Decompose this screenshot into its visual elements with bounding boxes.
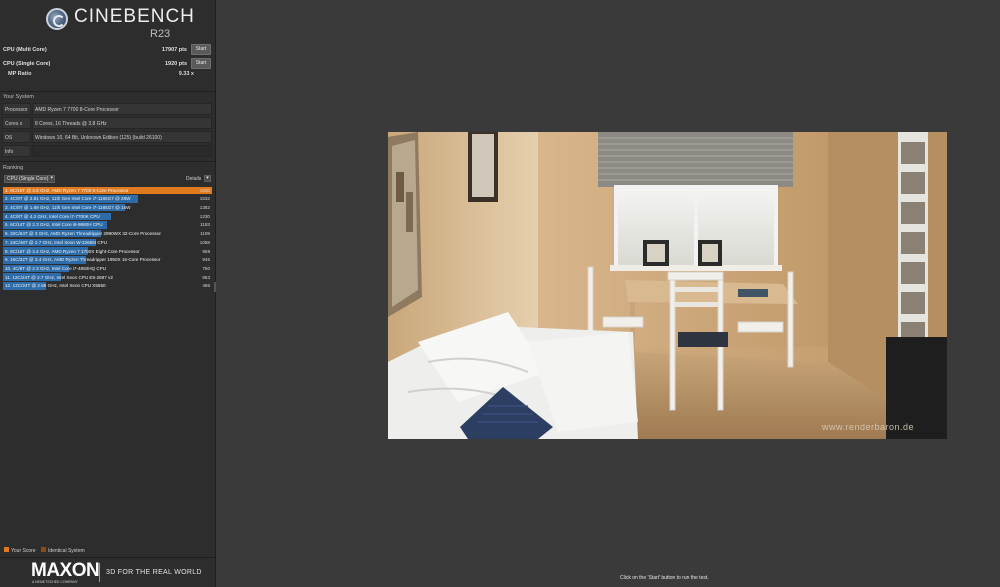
ranking-row[interactable]: 11. 12C/24T @ 2.7 GHz, Intel Xeon CPU E5… [3,273,212,282]
ranking-score: 653 [202,274,210,280]
details-chevron-down-icon[interactable]: ▾ [204,175,211,182]
mp-ratio-row: MP Ratio 9.33 x [8,71,194,77]
ranking-row-own[interactable]: 1. 8C/16T @ 3.8 GHz, AMD Ryzen 7 7700 8-… [3,186,212,195]
system-value: Windows 10, 64 Bit, Unknown Edition (125… [32,131,212,143]
ranking-score: 959 [202,248,210,254]
tagline: 3D FOR THE REAL WORLD [106,569,202,576]
score-value: 17907 pts [161,47,187,53]
tagline-separator [99,563,100,582]
info-field[interactable] [32,145,212,157]
system-row-cores: Cores x GHz 8 Cores, 16 Threads @ 3.8 GH… [2,117,212,139]
divider [0,91,216,92]
maxon-logo: MAXON A NEMETSCHEK COMPANY [31,560,100,584]
score-row-multi-core: CPU (Multi Core) 17907 pts Start [3,44,211,56]
rendered-room-scene [388,132,947,439]
your-system-title: Your System [3,94,34,100]
ranking-score: 486 [202,283,210,289]
score-label: CPU (Single Core) [3,61,51,67]
footer-divider [0,557,216,558]
ranking-list: 1. 8C/16T @ 3.8 GHz, AMD Ryzen 7 7700 8-… [3,186,212,290]
score-label: CPU (Multi Core) [3,47,47,53]
score-row-single-core: CPU (Single Core) 1920 pts Start [3,58,211,70]
cinema4d-logo-icon [46,8,68,30]
ranking-label: 6. 32C/64T @ 3 GHz, AMD Ryzen Threadripp… [5,231,161,237]
app-title: CINEBENCH [74,6,195,27]
ranking-label: 12. 12C/24T @ 2.66 GHz, Intel Xeon CPU X… [5,283,106,289]
ranking-row[interactable]: 3. 4C/8T @ 1.69 GHz, 11th Gen Intel Core… [3,203,212,212]
render-viewport: www.renderbaron.de Click on the 'Start' … [216,0,1000,587]
divider [0,161,216,162]
app-version: R23 [150,28,171,40]
details-label[interactable]: Details [186,176,201,182]
maxon-brand-sub: A NEMETSCHEK COMPANY [32,580,78,584]
maxon-brand: MAXON [31,560,100,581]
ranking-score: 750 [202,265,210,271]
system-row-info: Info [2,145,212,157]
identical-system-swatch [40,547,46,552]
render-image: www.renderbaron.de [388,132,947,439]
ranking-score: 1183 [200,222,210,228]
ranking-label: 10. 4C/8T @ 2.3 GHz, Intel Core i7-4850H… [5,265,107,271]
cinebench-window: CINEBENCH R23 CPU (Multi Core) 17907 pts… [0,0,1000,587]
ranking-score: 1230 [199,213,210,219]
ranking-row[interactable]: 8. 8C/16T @ 3.4 GHz, AMD Ryzen 7 1700X E… [3,247,212,256]
ranking-row[interactable]: 5. 6C/14T @ 2.3 GHz, Intel Core i9-9880H… [3,221,212,230]
system-key: Cores x GHz [2,117,31,139]
ranking-label: 4. 4C/8T @ 4.2 GHz, Intel Core i7-7700K … [5,213,100,219]
ranking-label: 8. 8C/16T @ 3.4 GHz, AMD Ryzen 7 1700X E… [5,248,140,254]
ranking-score: 945 [202,257,210,263]
ranking-row[interactable]: 2. 4C/8T @ 2.81 GHz, 11th Gen Intel Core… [3,195,212,204]
mp-ratio-value: 9.33 x [178,71,194,77]
ranking-score: 1920 [199,187,210,193]
render-watermark: www.renderbaron.de [822,422,915,432]
ranking-label: 2. 4C/8T @ 2.81 GHz, 11th Gen Intel Core… [5,196,131,202]
start-multi-core-button[interactable]: Start [191,44,211,55]
score-value: 1920 pts [164,61,187,67]
legend-your-score: Your Score [11,547,36,554]
ranking-row[interactable]: 4. 4C/8T @ 4.2 GHz, Intel Core i7-7700K … [3,212,212,221]
chevron-down-icon: ▾ [50,175,53,181]
system-row-processor: Processor AMD Ryzen 7 7700 8-Core Proces… [2,103,212,115]
ranking-score: 1532 [199,196,210,202]
ranking-row[interactable]: 6. 32C/64T @ 3 GHz, AMD Ryzen Threadripp… [3,229,212,238]
ranking-score: 1058 [199,239,210,245]
ranking-score: 1109 [200,231,210,237]
ranking-label: 3. 4C/8T @ 1.69 GHz, 11th Gen Intel Core… [5,205,131,211]
system-value: 8 Cores, 16 Threads @ 3.8 GHz [32,117,212,129]
system-row-os: OS Windows 10, 64 Bit, Unknown Edition (… [2,131,212,143]
ranking-row[interactable]: 12. 12C/24T @ 2.66 GHz, Intel Xeon CPU X… [3,282,212,291]
legend: Your Score Identical System [4,547,89,554]
ranking-label: 9. 16C/32T @ 3.4 GHz, AMD Ryzen Threadri… [5,257,161,263]
system-key: OS [2,131,31,143]
ranking-label: 11. 12C/24T @ 2.7 GHz, Intel Xeon CPU E5… [5,274,113,280]
status-text: Click on the 'Start' button to run the t… [620,575,709,581]
system-key: Info [2,145,31,157]
ranking-row[interactable]: 9. 16C/32T @ 3.4 GHz, AMD Ryzen Threadri… [3,256,212,265]
ranking-label: 5. 6C/14T @ 2.3 GHz, Intel Core i9-9880H… [5,222,103,228]
start-single-core-button[interactable]: Start [191,58,211,69]
system-key: Processor [2,103,31,115]
legend-identical-system: Identical System [47,547,85,554]
ranking-label: 1. 8C/16T @ 3.8 GHz, AMD Ryzen 7 7700 8-… [5,187,129,193]
ranking-label: 7. 24C/48T @ 2.7 GHz, Intel Xeon W-3265M… [5,239,108,245]
ranking-test-select[interactable]: CPU (Single Core) ▾ [4,175,55,183]
ranking-score: 1382 [199,205,210,211]
ranking-row[interactable]: 7. 24C/48T @ 2.7 GHz, Intel Xeon W-3265M… [3,238,212,247]
system-value: AMD Ryzen 7 7700 8-Core Processor [32,103,212,115]
mp-ratio-label: MP Ratio [8,71,32,77]
ranking-row[interactable]: 10. 4C/8T @ 2.3 GHz, Intel Core i7-4850H… [3,264,212,273]
sidebar: CINEBENCH R23 CPU (Multi Core) 17907 pts… [0,0,216,587]
ranking-test-select-value: CPU (Single Core) [7,176,49,182]
your-score-swatch [4,547,9,552]
ranking-title: Ranking [3,165,24,171]
